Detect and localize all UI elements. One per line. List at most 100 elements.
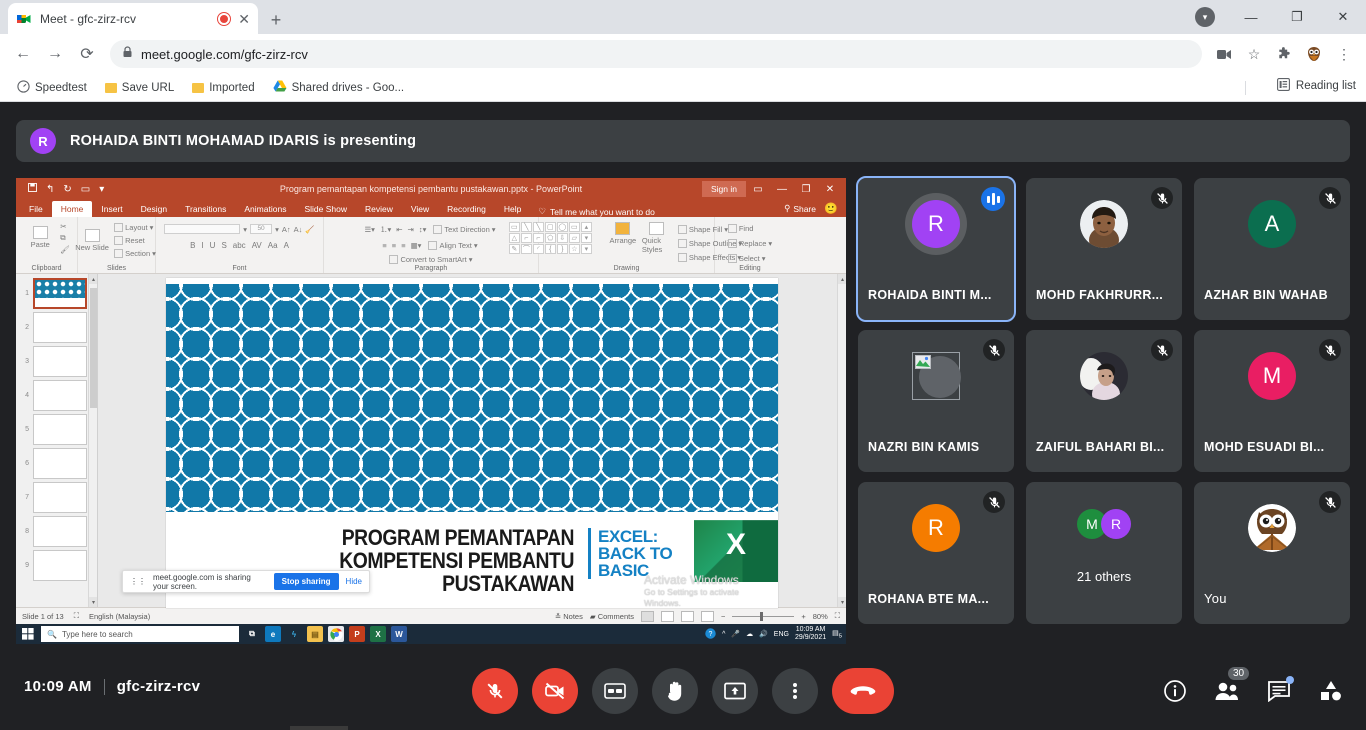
- align-right-icon[interactable]: ≡: [401, 241, 405, 250]
- video-camera-icon[interactable]: [1210, 40, 1238, 68]
- freeform-shape[interactable]: ✎: [508, 244, 520, 254]
- task-view-icon[interactable]: ⧉: [244, 626, 260, 642]
- elbow-connector-shape[interactable]: ⌐: [532, 233, 544, 243]
- start-icon[interactable]: [20, 626, 36, 642]
- notes-button[interactable]: ≛ Notes: [555, 612, 583, 621]
- shared-screen-presentation[interactable]: ↰ ↻ ▭ ▾ Program pemantapan kompetensi pe…: [16, 178, 846, 644]
- close-icon[interactable]: ✕: [238, 12, 250, 26]
- textbox-shape[interactable]: ▭: [508, 222, 520, 232]
- participant-tile-nazri[interactable]: NAZRI BIN KAMIS: [858, 330, 1014, 472]
- ribbon-tab-transitions[interactable]: Transitions: [176, 201, 235, 217]
- slide-thumbnail-9[interactable]: [33, 550, 87, 581]
- captions-button[interactable]: [592, 668, 638, 714]
- new-slide-button[interactable]: New Slide: [75, 228, 109, 253]
- zoom-slider[interactable]: [732, 611, 795, 621]
- shadow-button[interactable]: S: [221, 241, 226, 250]
- align-text-button[interactable]: Align Text ▾: [426, 240, 479, 251]
- feedback-smiley-icon[interactable]: 🙂: [824, 202, 838, 215]
- layout-button[interactable]: Layout ▾: [112, 222, 158, 233]
- thumbnail-scrollbar[interactable]: ▴ ▾: [88, 274, 97, 607]
- bold-button[interactable]: B: [190, 241, 195, 250]
- bookmark-shared-drives[interactable]: Shared drives - Goo...: [266, 77, 412, 98]
- ribbon-tab-animations[interactable]: Animations: [235, 201, 295, 217]
- back-button[interactable]: ←: [8, 39, 38, 69]
- thumbnail-item[interactable]: 4: [16, 380, 97, 411]
- text-direction-button[interactable]: Text Direction ▾: [431, 224, 497, 235]
- slide-subtitle-text[interactable]: EXCEL: BACK TO BASIC: [588, 528, 693, 579]
- quick-styles-button[interactable]: Quick Styles: [642, 222, 672, 254]
- ribbon-tab-file[interactable]: File: [20, 201, 52, 217]
- profile-owl-avatar[interactable]: [1300, 40, 1328, 68]
- windows-search-box[interactable]: 🔍 Type here to search: [41, 626, 239, 642]
- microphone-off-button[interactable]: [472, 668, 518, 714]
- left-brace-shape[interactable]: {: [544, 244, 556, 254]
- ribbon-tab-help[interactable]: Help: [495, 201, 530, 217]
- align-center-icon[interactable]: ≡: [392, 241, 396, 250]
- excel-icon[interactable]: X: [370, 626, 386, 642]
- show-hidden-icons-icon[interactable]: ^: [722, 631, 725, 638]
- slide-thumbnail-6[interactable]: [33, 448, 87, 479]
- format-painter-icon[interactable]: 🖌: [60, 245, 70, 254]
- participant-tile-rohaida[interactable]: R ROHAIDA BINTI M...: [856, 176, 1016, 322]
- line-arrow-shape[interactable]: ╲: [532, 222, 544, 232]
- replace-button[interactable]: Replace ▾: [726, 238, 774, 249]
- thumbnail-item[interactable]: 1: [16, 278, 97, 309]
- minimize-button[interactable]: —: [1228, 0, 1274, 34]
- more-options-button[interactable]: [772, 668, 818, 714]
- numbering-icon[interactable]: ⒈▾: [380, 224, 391, 235]
- ribbon-tab-insert[interactable]: Insert: [92, 201, 131, 217]
- address-bar[interactable]: meet.google.com/gfc-zirz-rcv: [110, 40, 1202, 68]
- line-spacing-icon[interactable]: ↕▾: [419, 225, 427, 234]
- reading-list-button[interactable]: Reading list: [1276, 78, 1356, 94]
- maximize-button[interactable]: ❐: [1274, 0, 1320, 34]
- raise-hand-button[interactable]: [652, 668, 698, 714]
- scroll-down-icon[interactable]: ▾: [89, 597, 97, 607]
- zoom-slider-knob[interactable]: [760, 611, 764, 621]
- slide-show-view-button[interactable]: [700, 610, 714, 622]
- chrome-profile-chip[interactable]: ▾: [1182, 0, 1228, 34]
- cut-icon[interactable]: ✂: [60, 222, 70, 231]
- shapes-gallery[interactable]: ▭ ╲ ╲ ▢ ◯ ▭ ▴ △ ⌐ ⌐ ⬠ ⇩ ▱ ▾ ✎ ⌒ ◜ {} ☆ …: [508, 222, 604, 254]
- participant-tile-mohd-fakhrurr[interactable]: MOHD FAKHRURR...: [1026, 178, 1182, 320]
- rounded-rect-shape[interactable]: ▭: [568, 222, 580, 232]
- language-indicator[interactable]: ENG: [774, 631, 789, 638]
- mic-icon[interactable]: 🎤: [731, 630, 740, 638]
- right-angle-shape[interactable]: ⌐: [520, 233, 532, 243]
- reload-button[interactable]: ⟳: [72, 39, 102, 69]
- line-shape[interactable]: ╲: [520, 222, 532, 232]
- bookmark-speedtest[interactable]: Speedtest: [10, 77, 94, 99]
- powerpoint-icon[interactable]: P: [349, 626, 365, 642]
- share-button[interactable]: ⚲ Drawing Share: [784, 203, 816, 214]
- select-button[interactable]: Select ▾: [726, 253, 774, 264]
- onedrive-icon[interactable]: ☁: [746, 630, 753, 638]
- notifications-icon[interactable]: ▤5: [832, 629, 842, 639]
- participant-tile-others[interactable]: M R 21 others: [1026, 482, 1182, 624]
- slide-thumbnail-5[interactable]: [33, 414, 87, 445]
- character-spacing-button[interactable]: AV: [252, 241, 262, 250]
- slide-vertical-scrollbar[interactable]: ▴ ▾: [837, 274, 846, 607]
- chat-button[interactable]: [1266, 676, 1294, 704]
- font-name-input[interactable]: [164, 224, 241, 234]
- participant-tile-azhar[interactable]: A AZHAR BIN WAHAB: [1194, 178, 1350, 320]
- participant-tile-you[interactable]: You: [1194, 482, 1350, 624]
- font-color-button[interactable]: A: [284, 241, 289, 250]
- ribbon-tab-design[interactable]: Design: [132, 201, 176, 217]
- sign-in-button[interactable]: Sign in: [702, 181, 746, 197]
- ribbon-tab-home[interactable]: Home: [51, 201, 93, 217]
- speedtest-icon[interactable]: ϟ: [286, 626, 302, 642]
- scrollbar-thumb[interactable]: [90, 288, 97, 408]
- rectangle-shape[interactable]: ▢: [544, 222, 556, 232]
- show-everyone-button[interactable]: 30: [1214, 667, 1250, 704]
- slide-sorter-view-button[interactable]: [660, 610, 674, 622]
- pentagon-shape[interactable]: ⬠: [544, 233, 556, 243]
- bookmark-star-icon[interactable]: ☆: [1240, 40, 1268, 68]
- slide-thumbnail-panel[interactable]: 1 2 3 4 5 6 7 8 9 ▴ ▾: [16, 274, 98, 607]
- scroll-up-icon[interactable]: ▴: [838, 274, 846, 284]
- slide-thumbnail-1[interactable]: [33, 278, 87, 309]
- hide-toast-button[interactable]: Hide: [346, 577, 362, 586]
- zoom-out-button[interactable]: −: [721, 612, 725, 621]
- triangle-shape[interactable]: △: [508, 233, 520, 243]
- participant-tile-zaiful[interactable]: ZAIFUL BAHARI BI...: [1026, 330, 1182, 472]
- camera-off-button[interactable]: [532, 668, 578, 714]
- copy-icon[interactable]: ⧉: [60, 233, 70, 243]
